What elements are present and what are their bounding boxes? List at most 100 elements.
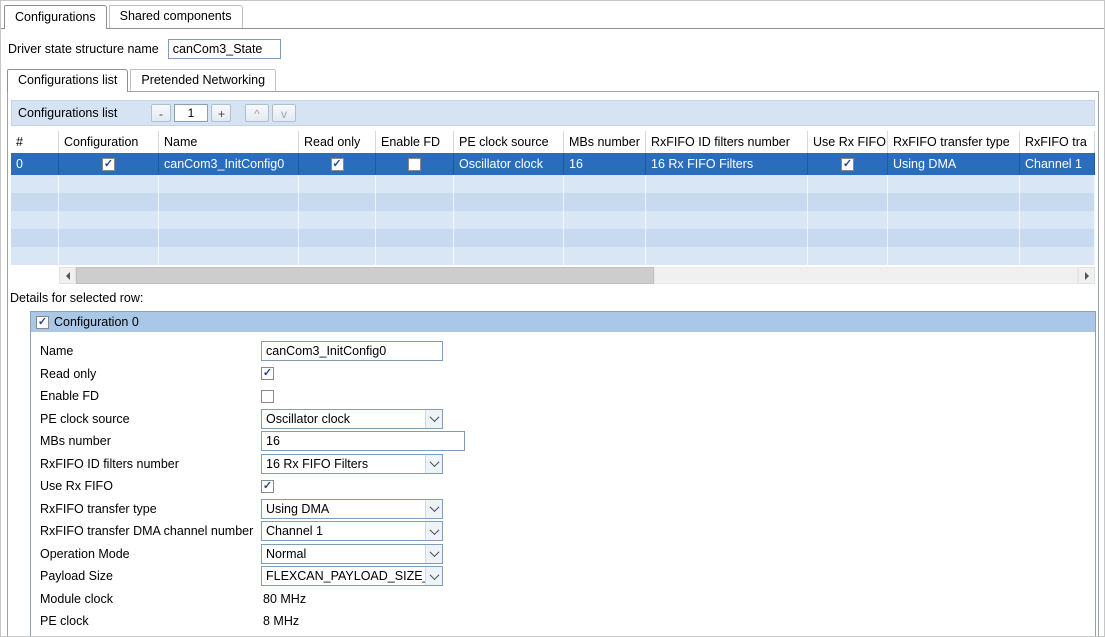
- use-rx-fifo-checkbox[interactable]: ✓: [841, 157, 854, 171]
- field-label: MBs number: [40, 434, 111, 449]
- column-header[interactable]: Name: [159, 131, 299, 153]
- read-only-detail-checkbox[interactable]: ✓: [261, 367, 274, 381]
- table-empty-row: [11, 211, 1095, 229]
- detail-row-name: Name: [40, 340, 1095, 363]
- column-header[interactable]: MBs number: [564, 131, 646, 153]
- detail-row-rxfifo-transfer-type: RxFIFO transfer type Using DMA: [40, 498, 1095, 521]
- cell-use-rx-fifo: ✓: [808, 153, 888, 175]
- config-count-input[interactable]: [174, 104, 208, 122]
- enable-fd-checkbox[interactable]: [408, 157, 421, 171]
- move-down-button[interactable]: v: [272, 104, 296, 122]
- column-header[interactable]: #: [11, 131, 59, 153]
- rxfifo-transfer-type-select[interactable]: Using DMA: [261, 498, 443, 519]
- dma-channel-select[interactable]: Channel 1: [261, 521, 443, 542]
- field-label: RxFIFO ID filters number: [40, 456, 179, 471]
- tab-configurations-list[interactable]: Configurations list: [7, 69, 129, 92]
- scroll-right-button[interactable]: [1078, 267, 1095, 284]
- configurations-toolbar: Configurations list - + ^ v: [11, 100, 1095, 126]
- table-empty-row: [11, 247, 1095, 265]
- tab-pretended-networking[interactable]: Pretended Networking: [130, 69, 277, 91]
- driver-state-input[interactable]: [167, 39, 281, 59]
- add-config-button[interactable]: +: [211, 104, 231, 122]
- detail-row-payload-size: Payload Size FLEXCAN_PAYLOAD_SIZE_8: [40, 565, 1095, 588]
- cell-pe-clock-source: Oscillator clock: [454, 153, 564, 175]
- tab-shared-components[interactable]: Shared components: [108, 5, 243, 28]
- scroll-left-button[interactable]: [59, 267, 76, 284]
- detail-row-mbs-number: MBs number: [40, 430, 1095, 453]
- move-up-button[interactable]: ^: [245, 104, 269, 122]
- column-header[interactable]: RxFIFO transfer type: [888, 131, 1020, 153]
- chevron-down-icon: [425, 499, 442, 518]
- scrollbar-thumb[interactable]: [76, 267, 654, 284]
- cell-name: canCom3_InitConfig0: [159, 153, 299, 175]
- inner-tab-bar: Configurations list Pretended Networking: [7, 69, 277, 92]
- enable-fd-detail-checkbox[interactable]: [261, 389, 274, 403]
- driver-state-row: Driver state structure name: [8, 39, 281, 59]
- configurations-list-panel: Configurations list - + ^ v # Configurat…: [7, 91, 1099, 637]
- configuration-checkbox[interactable]: ✓: [102, 157, 115, 171]
- table-empty-row: [11, 175, 1095, 193]
- field-label: Use Rx FIFO: [40, 479, 113, 494]
- column-header[interactable]: Configuration: [59, 131, 159, 153]
- module-clock-value: 80 MHz: [263, 591, 307, 606]
- field-label: Module clock: [40, 591, 113, 606]
- payload-size-select[interactable]: FLEXCAN_PAYLOAD_SIZE_8: [261, 566, 443, 587]
- configuration0-checkbox[interactable]: ✓: [36, 315, 49, 329]
- pe-clock-source-select[interactable]: Oscillator clock: [261, 408, 443, 429]
- column-header[interactable]: Use Rx FIFO: [808, 131, 888, 153]
- details-panel: ✓ Configuration 0 Name Read only ✓ Enabl…: [30, 311, 1096, 637]
- chevron-down-icon: [425, 567, 442, 586]
- table-row-selected[interactable]: 0 ✓ canCom3_InitConfig0 ✓ Oscillator clo…: [11, 153, 1095, 175]
- cell-enable-fd: [376, 153, 454, 175]
- toolbar-title: Configurations list: [18, 106, 118, 120]
- column-header[interactable]: RxFIFO ID filters number: [646, 131, 808, 153]
- table-empty-row: [11, 229, 1095, 247]
- table-header-row: # Configuration Name Read only Enable FD…: [11, 131, 1095, 153]
- cell-index: 0: [11, 153, 59, 175]
- component-config-window: Configurations Shared components Driver …: [0, 0, 1105, 637]
- details-section-label: Details for selected row:: [10, 291, 144, 305]
- column-header[interactable]: RxFIFO tra: [1020, 131, 1095, 153]
- chevron-down-icon: [425, 544, 442, 563]
- chevron-down-icon: [425, 409, 442, 428]
- cell-rxfifo-transfer-channel: Channel 1: [1020, 153, 1095, 175]
- details-panel-body: Name Read only ✓ Enable FD PE clock sour…: [31, 332, 1095, 637]
- cell-read-only: ✓: [299, 153, 376, 175]
- cell-rxfifo-transfer-type: Using DMA: [888, 153, 1020, 175]
- detail-row-dma-channel: RxFIFO transfer DMA channel number Chann…: [40, 520, 1095, 543]
- use-rx-fifo-detail-checkbox[interactable]: ✓: [261, 479, 274, 493]
- remove-config-button[interactable]: -: [151, 104, 171, 122]
- field-label: Name: [40, 344, 74, 359]
- read-only-checkbox[interactable]: ✓: [330, 157, 344, 171]
- detail-row-rxfifo-id-filters: RxFIFO ID filters number 16 Rx FIFO Filt…: [40, 453, 1095, 476]
- details-panel-title: Configuration 0: [54, 315, 139, 329]
- cell-configuration: ✓: [59, 153, 159, 175]
- triangle-left-icon: [65, 271, 70, 280]
- details-panel-header: ✓ Configuration 0: [31, 312, 1095, 332]
- column-header[interactable]: Read only: [299, 131, 376, 153]
- operation-mode-select[interactable]: Normal: [261, 543, 443, 564]
- field-label: RxFIFO transfer DMA channel number: [40, 524, 254, 539]
- field-label: Operation Mode: [40, 546, 130, 561]
- column-header[interactable]: PE clock source: [454, 131, 564, 153]
- column-header[interactable]: Enable FD: [376, 131, 454, 153]
- tab-configurations[interactable]: Configurations: [4, 5, 107, 29]
- detail-row-read-only: Read only ✓: [40, 363, 1095, 386]
- table-empty-row: [11, 193, 1095, 211]
- driver-state-label: Driver state structure name: [8, 42, 159, 56]
- top-tab-bar: Configurations Shared components: [4, 5, 243, 29]
- field-label: PE clock source: [40, 411, 130, 426]
- scrollbar-spacer: [11, 267, 59, 284]
- mbs-number-input[interactable]: [261, 431, 465, 452]
- field-label: Payload Size: [40, 569, 113, 584]
- field-label: Read only: [40, 366, 97, 381]
- horizontal-scrollbar[interactable]: [11, 267, 1095, 284]
- detail-row-pe-clock: PE clock 8 MHz: [40, 610, 1095, 633]
- scrollbar-track[interactable]: [654, 267, 1078, 284]
- detail-row-bitrate: Bit rate in time segments ✓: [40, 633, 1095, 637]
- pe-clock-value: 8 MHz: [263, 614, 300, 629]
- detail-row-use-rx-fifo: Use Rx FIFO ✓: [40, 475, 1095, 498]
- field-label: PE clock: [40, 614, 89, 629]
- name-input[interactable]: [261, 341, 443, 362]
- rxfifo-id-filters-select[interactable]: 16 Rx FIFO Filters: [261, 453, 443, 474]
